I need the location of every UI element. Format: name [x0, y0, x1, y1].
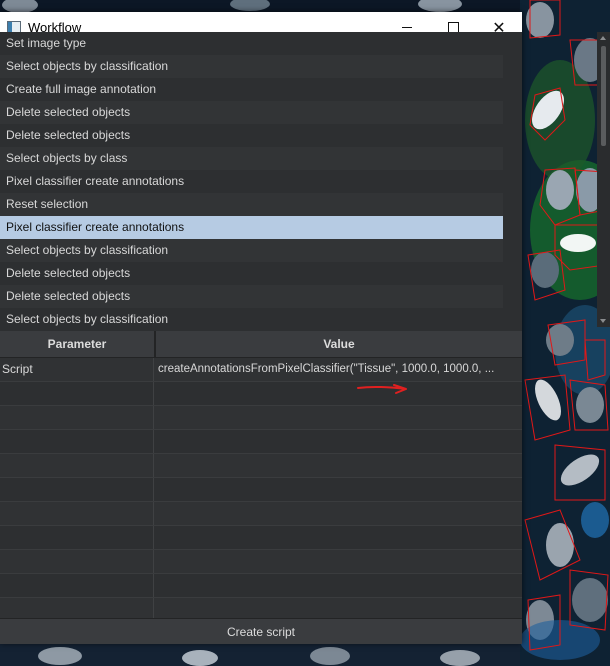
steps-scrollbar[interactable] [597, 32, 610, 327]
step-item[interactable]: Delete selected objects [0, 124, 503, 147]
table-row-empty [0, 478, 522, 502]
table-row-empty [0, 574, 522, 598]
step-item[interactable]: Delete selected objects [0, 101, 503, 124]
parameters-table: Parameter Value Script createAnnotations… [0, 331, 522, 622]
step-item[interactable]: Pixel classifier create annotations [0, 170, 503, 193]
param-name-cell: Script [0, 358, 154, 381]
create-script-button[interactable]: Create script [0, 618, 522, 644]
table-row-empty [0, 430, 522, 454]
table-row-empty [0, 502, 522, 526]
step-item[interactable]: Select objects by classification [0, 55, 503, 78]
scroll-up-icon[interactable] [600, 36, 606, 40]
table-header: Parameter Value [0, 331, 522, 358]
step-item[interactable]: Delete selected objects [0, 285, 503, 308]
step-item[interactable]: Delete selected objects [0, 262, 503, 285]
step-item[interactable]: Set image type [0, 32, 503, 55]
step-item[interactable]: Select objects by classification [0, 308, 503, 327]
step-item[interactable]: Reset selection [0, 193, 503, 216]
step-item-selected[interactable]: Pixel classifier create annotations [0, 216, 503, 239]
table-row[interactable]: Script createAnnotationsFromPixelClassif… [0, 358, 522, 382]
column-header-value[interactable]: Value [156, 331, 522, 357]
table-row-empty [0, 526, 522, 550]
step-item[interactable]: Create full image annotation [0, 78, 503, 101]
workflow-steps-list[interactable]: Set image type Select objects by classif… [0, 32, 522, 327]
step-item[interactable]: Select objects by classification [0, 239, 503, 262]
table-row-empty [0, 382, 522, 406]
table-row-empty [0, 406, 522, 430]
scroll-thumb[interactable] [601, 46, 606, 146]
step-item[interactable]: Select objects by class [0, 147, 503, 170]
table-row-empty [0, 550, 522, 574]
column-header-parameter[interactable]: Parameter [0, 331, 156, 357]
red-arrow-annotation-icon [357, 384, 407, 394]
param-value-cell[interactable]: createAnnotationsFromPixelClassifier("Ti… [154, 358, 522, 381]
table-row-empty [0, 454, 522, 478]
minimize-icon [402, 27, 412, 28]
scroll-down-icon[interactable] [600, 319, 606, 323]
